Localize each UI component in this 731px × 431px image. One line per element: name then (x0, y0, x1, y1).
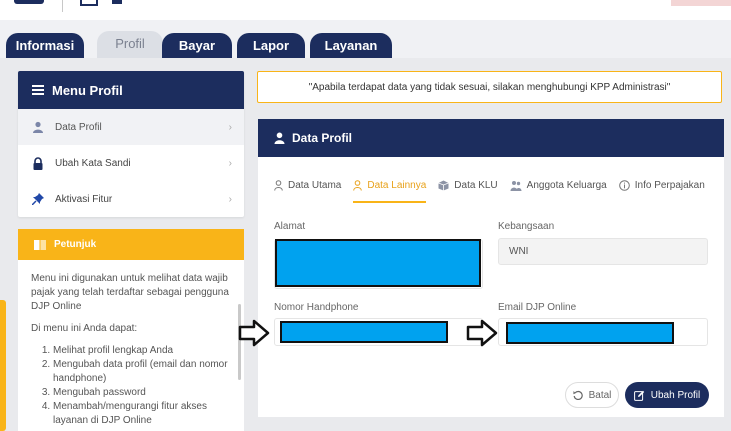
menu-header: Menu Profil (18, 71, 244, 109)
lock-icon (31, 156, 45, 170)
subtab-info-perpajakan[interactable]: Info Perpajakan (618, 175, 705, 203)
hint-paragraph: Di menu ini Anda dapat: (31, 323, 138, 334)
profile-subtabs: Data Utama Data Lainnya Data KLU Anggota… (274, 175, 717, 203)
user-icon (31, 120, 45, 134)
tab-bayar[interactable]: Bayar (162, 33, 232, 58)
edit-profile-label: Ubah Profil (650, 389, 701, 401)
profile-menu-card: Menu Profil Data Profil › Ubah Kata Sand… (18, 71, 244, 217)
hint-list-item: Mengubah password (53, 386, 230, 400)
top-header (0, 0, 731, 20)
kebangsaan-field: WNI (498, 238, 708, 265)
subtab-label: Anggota Keluarga (526, 180, 607, 191)
subtab-anggota-keluarga[interactable]: Anggota Keluarga (510, 175, 607, 203)
cancel-button[interactable]: Batal (565, 382, 619, 408)
subtab-data-klu[interactable]: Data KLU (438, 175, 498, 203)
subtab-label: Data Utama (288, 180, 342, 191)
edit-profile-button[interactable]: Ubah Profil (625, 382, 709, 408)
user-outline-icon (353, 180, 363, 194)
hint-list: Melihat profil lengkap Anda Mengubah dat… (31, 344, 230, 428)
profile-header: Data Profil (258, 119, 724, 157)
cancel-label: Batal (588, 389, 612, 401)
menu-item-label: Data Profil (55, 121, 102, 133)
tab-layanan[interactable]: Layanan (310, 33, 392, 58)
hint-paragraph: Menu ini digunakan untuk melihat data wa… (31, 273, 229, 312)
subtab-label: Info Perpajakan (634, 180, 705, 191)
menu-item-ubah-kata-sandi[interactable]: Ubah Kata Sandi › (18, 145, 244, 181)
menu-item-label: Ubah Kata Sandi (55, 157, 131, 169)
user-outline-icon (274, 180, 283, 194)
header-right-strip (671, 0, 731, 6)
hint-card: Petunjuk Menu ini digunakan untuk meliha… (18, 229, 244, 431)
arrow-right-icon (238, 319, 270, 347)
redaction-box (280, 321, 448, 343)
hint-list-item: Mengubah data profil (email dan nomor ha… (53, 358, 230, 386)
pin-icon (31, 192, 45, 206)
hint-title: Petunjuk (54, 239, 97, 250)
tab-informasi[interactable]: Informasi (6, 33, 84, 58)
subtab-label: Data Lainnya (367, 180, 427, 191)
menu-item-aktivasi-fitur[interactable]: Aktivasi Fitur › (18, 181, 244, 217)
subtab-data-utama[interactable]: Data Utama (274, 175, 341, 203)
user-icon (274, 132, 285, 144)
alamat-label: Alamat (274, 221, 306, 232)
menu-item-data-profil[interactable]: Data Profil › (18, 109, 244, 145)
profile-title: Data Profil (292, 131, 353, 145)
header-icon (112, 0, 122, 4)
edit-icon (633, 390, 645, 401)
notice-banner: "Apabila terdapat data yang tidak sesuai… (257, 71, 722, 103)
header-icon (80, 0, 98, 6)
chevron-right-icon: › (228, 157, 232, 169)
handphone-label: Nomor Handphone (274, 302, 359, 313)
undo-icon (572, 390, 583, 400)
info-icon (618, 180, 630, 194)
header-divider (62, 0, 63, 12)
hint-list-item: Menambah/mengurangi fitur akses layanan … (53, 400, 230, 428)
logo (14, 0, 44, 4)
hint-header: Petunjuk (18, 229, 244, 260)
hint-list-item: Melihat profil lengkap Anda (53, 344, 230, 358)
family-icon (510, 180, 522, 194)
redaction-box (506, 322, 674, 344)
chevron-right-icon: › (228, 193, 232, 205)
tab-profil[interactable]: Profil (97, 31, 163, 58)
book-icon (34, 239, 46, 250)
kebangsaan-label: Kebangsaan (498, 221, 555, 232)
menu-title: Menu Profil (52, 82, 123, 98)
subtab-label: Data KLU (454, 180, 498, 191)
subtab-data-lainnya[interactable]: Data Lainnya (353, 175, 427, 203)
arrow-right-icon (466, 319, 498, 347)
menu-icon (32, 85, 44, 95)
tab-lapor[interactable]: Lapor (237, 33, 305, 58)
box-icon (438, 180, 449, 194)
email-label: Email DJP Online (498, 302, 577, 313)
menu-item-label: Aktivasi Fitur (55, 193, 113, 205)
side-decoration (0, 300, 6, 431)
chevron-right-icon: › (228, 121, 232, 133)
hint-body: Menu ini digunakan untuk melihat data wa… (18, 260, 244, 428)
redaction-box (275, 239, 481, 287)
